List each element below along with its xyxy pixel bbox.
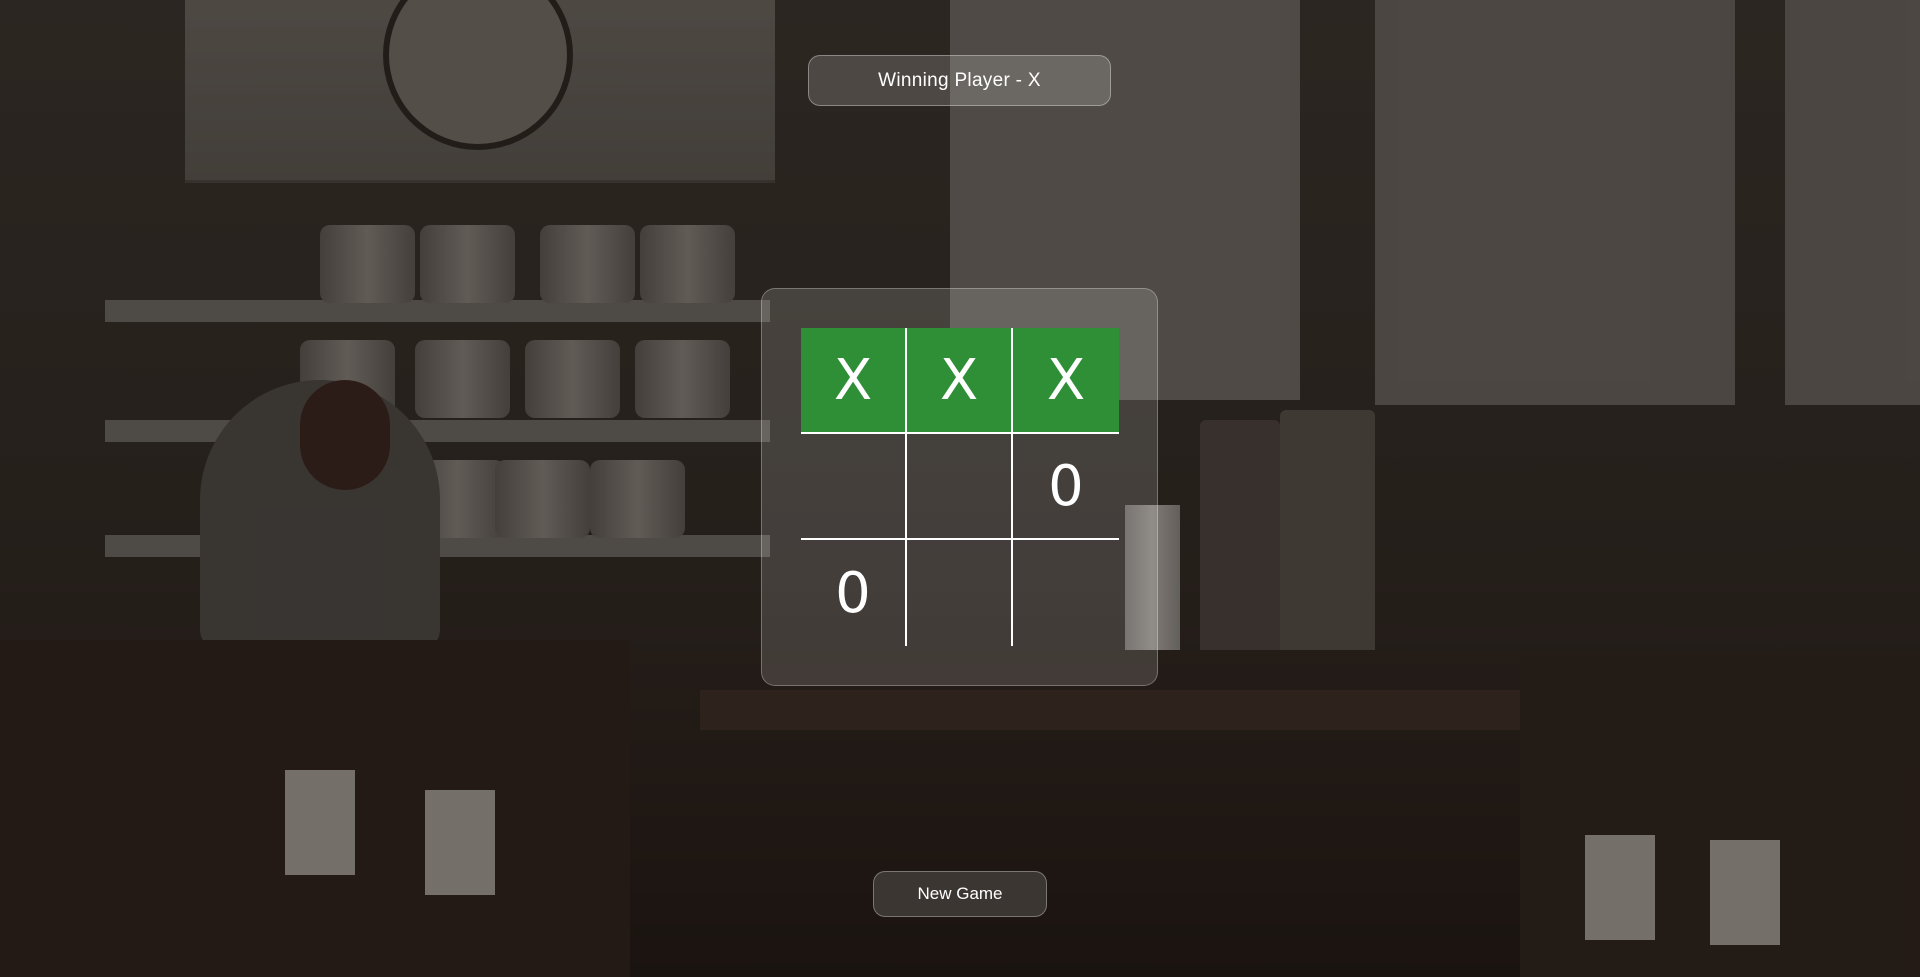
board-cell-5[interactable] xyxy=(907,434,1013,540)
new-game-button[interactable]: New Game xyxy=(873,871,1047,917)
board-cell-1[interactable]: X xyxy=(801,328,907,434)
board-cell-7[interactable]: 0 xyxy=(801,540,907,646)
winner-status-banner: Winning Player - X xyxy=(808,55,1111,106)
winner-status-text: Winning Player - X xyxy=(878,69,1041,91)
tic-tac-toe-board: X X X 0 0 xyxy=(801,328,1119,646)
board-cell-6[interactable]: 0 xyxy=(1013,434,1119,540)
board-cell-3[interactable]: X xyxy=(1013,328,1119,434)
board-cell-8[interactable] xyxy=(907,540,1013,646)
board-cell-9[interactable] xyxy=(1013,540,1119,646)
board-cell-4[interactable] xyxy=(801,434,907,540)
board-cell-2[interactable]: X xyxy=(907,328,1013,434)
